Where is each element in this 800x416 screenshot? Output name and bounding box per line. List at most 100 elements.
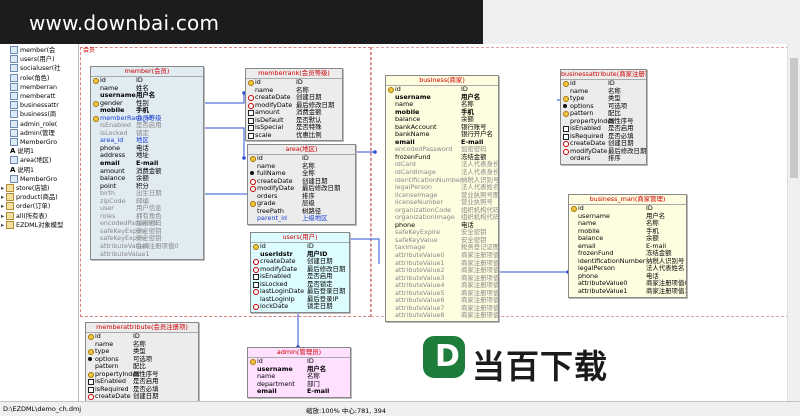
vertical-scrollbar[interactable]: [787, 44, 800, 401]
tree-item-label: store(店铺): [16, 185, 50, 192]
field-row[interactable]: scale 优惠比例: [246, 130, 342, 140]
field-name: attributeValue8: [395, 311, 445, 320]
tree-item[interactable]: admin(管理: [10, 128, 55, 138]
key-icon: [93, 100, 99, 107]
toolbar-area: [483, 0, 800, 45]
field-row[interactable]: attributeValue1 商家注册项值1: [569, 287, 686, 296]
checkbox-icon: [563, 126, 569, 133]
tree-item[interactable]: role(角色): [10, 73, 50, 83]
tree-item[interactable]: A 说明1: [10, 147, 34, 156]
tree-item-label: area(地区): [20, 157, 52, 165]
tree-item[interactable]: MemberGro: [10, 174, 57, 184]
entity-users[interactable]: users(用户) id ID userIdstr 用户ID createDate 创建日期…: [250, 232, 350, 313]
tree-item[interactable]: A 说明1: [10, 166, 34, 175]
key-icon: [93, 78, 99, 84]
text-icon: A: [10, 165, 16, 174]
watermark-text: www.downbai.com: [29, 11, 220, 35]
key-icon: [93, 115, 99, 122]
tree-item-label: admin(管理: [20, 129, 55, 137]
entity-admin[interactable]: admin(管理员) id ID username 用户名 name 名称 departmen…: [247, 347, 351, 398]
key-icon: [388, 87, 394, 93]
key-icon: [250, 156, 256, 162]
tree-item[interactable]: area(地区): [10, 156, 52, 165]
tree-item[interactable]: ▸ product(商品): [1, 193, 58, 202]
date-icon: [253, 304, 259, 311]
model-tree[interactable]: member(会 users(用户) socialuser(社 role(角色) mem…: [0, 44, 79, 401]
entity-member[interactable]: member(会员) id ID name 姓名 username 用户名 gender 性别 m…: [90, 66, 204, 261]
key-icon: [563, 81, 569, 87]
field-row[interactable]: lockDate 锁定日期: [251, 303, 349, 311]
table-icon: [10, 92, 18, 100]
field-label: ...: [136, 249, 143, 258]
field-name: orders: [570, 154, 591, 163]
entity-title: memberattribute(会员注册项): [86, 323, 198, 333]
field-row[interactable]: orders 排序: [561, 155, 646, 163]
entity-title: admin(管理员): [248, 348, 350, 358]
date-icon: [248, 102, 254, 109]
key-icon: [88, 334, 94, 340]
tree-item[interactable]: ▸ EZDML对象模型: [1, 220, 63, 230]
field-name: parent_id: [257, 214, 287, 223]
tree-item[interactable]: business(商: [10, 110, 56, 119]
tree-item[interactable]: ▸ order(订单): [1, 202, 50, 211]
checkbox-icon: [248, 117, 254, 124]
entity-business[interactable]: business(商家) id ID username 用户名 name 名称 mobile 手…: [385, 75, 499, 323]
entity-memberrank[interactable]: memberrank(会员等级) id ID name 名称 createDate 创建日期…: [245, 68, 343, 142]
field-row[interactable]: attributeValue1...: [91, 249, 203, 259]
entity-businessattribute[interactable]: businessattribute(商家注册项) id ID name 名称 type 类型…: [560, 69, 647, 166]
field-name: attributeValue1: [578, 287, 628, 296]
tree-item[interactable]: admin_role(: [10, 119, 57, 129]
field-name: lockDate: [260, 302, 289, 311]
tree-item-label: business(商: [20, 111, 57, 119]
date-icon: [563, 141, 569, 148]
date-icon: [253, 259, 259, 266]
key-icon: [88, 371, 94, 378]
field-label: 商家注册项值8: [461, 311, 499, 320]
status-bar: D:\EZDML\demo_ch.dmj 缩放:100% 中心:781, 394: [0, 401, 800, 416]
key-icon: [250, 359, 256, 365]
entity-area[interactable]: area(地区) id ID name 名称 fullName 全称 createDate 创建…: [247, 144, 356, 225]
table-icon: [10, 55, 18, 64]
field-row[interactable]: email E-mail: [248, 388, 350, 396]
tree-item-label: memberran: [20, 83, 57, 91]
folder-icon: [6, 202, 14, 211]
field-name: scale: [255, 130, 272, 139]
checkbox-icon: [248, 125, 254, 132]
checkbox-icon: [253, 281, 259, 288]
entity-business_man[interactable]: business_man(商家管理) id ID username 用户名 name 名称 m…: [568, 194, 687, 298]
entity-memberattribute[interactable]: memberattribute(会员注册项) id ID name 名称 type 类型 op…: [85, 322, 199, 401]
tree-item[interactable]: ▸ all(所有表): [1, 211, 47, 221]
tree-item[interactable]: memberatt: [10, 92, 55, 101]
table-icon: [10, 110, 18, 119]
status-file-path: D:\EZDML\demo_ch.dmj: [3, 405, 82, 413]
tree-item[interactable]: memberran: [10, 82, 57, 92]
table-icon: [10, 156, 18, 165]
tree-item-label: role(角色): [20, 74, 50, 82]
tree-item[interactable]: users(用户): [10, 55, 55, 64]
checkbox-icon: [248, 132, 254, 139]
table-icon: [10, 128, 18, 137]
tree-item[interactable]: member(会: [10, 46, 55, 55]
entity-title: business_man(商家管理): [569, 195, 686, 205]
watermark-banner: www.downbai.com: [0, 0, 483, 44]
field-label: E-mail: [307, 387, 330, 396]
table-icon: [10, 119, 18, 128]
tree-item-label: member(会: [20, 47, 56, 54]
field-label: 排序: [608, 154, 621, 163]
date-icon: [248, 95, 254, 102]
field-row[interactable]: createDate 创建日期: [86, 393, 198, 401]
checkbox-icon: [88, 386, 94, 393]
tree-item[interactable]: MemberGro: [10, 138, 57, 147]
field-row[interactable]: parent_id 上级地区: [248, 215, 355, 223]
tree-item-label: businessattr: [20, 102, 59, 110]
entity-title: business(商家): [386, 76, 498, 86]
scrollbar-thumb[interactable]: [790, 58, 798, 178]
tree-item[interactable]: socialuser(社: [10, 64, 60, 73]
tree-item-label: 说明1: [17, 148, 35, 156]
tree-item[interactable]: businessattr: [10, 101, 59, 110]
tree-item[interactable]: ▸ store(店铺): [1, 184, 49, 193]
field-row[interactable]: attributeValue8 商家注册项值8: [386, 312, 498, 320]
date-icon: [253, 289, 259, 296]
tree-item-label: socialuser(社: [20, 65, 61, 73]
field-label: 创建日期: [133, 392, 159, 401]
